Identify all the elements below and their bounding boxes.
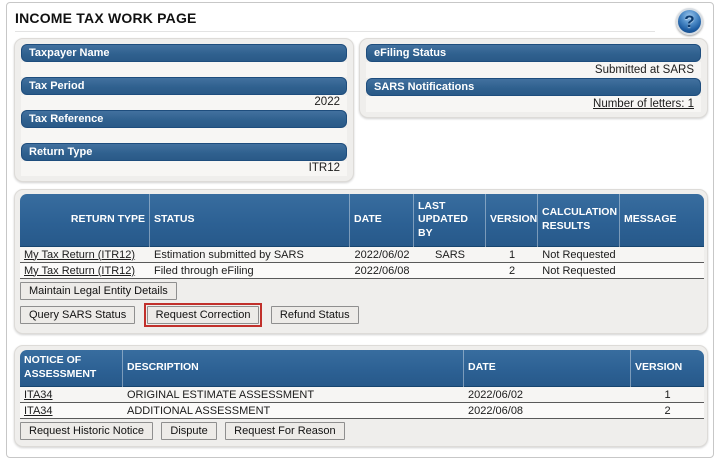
number-of-letters-link[interactable]: Number of letters: 1: [593, 98, 694, 110]
col-calculation-results: CALCULATION RESULTS: [538, 194, 620, 247]
notice-version-cell: 1: [631, 387, 704, 403]
returns-section: RETURN TYPE STATUS DATE LAST UPDATED BY …: [14, 189, 708, 334]
notices-section: NOTICE OF ASSESSMENT DESCRIPTION DATE VE…: [14, 345, 708, 447]
request-historic-notice-button[interactable]: Request Historic Notice: [20, 422, 153, 440]
request-for-reason-button[interactable]: Request For Reason: [225, 422, 345, 440]
table-row: ITA34 ORIGINAL ESTIMATE ASSESSMENT 2022/…: [20, 387, 704, 403]
help-icon[interactable]: ?: [676, 8, 703, 35]
returns-table: RETURN TYPE STATUS DATE LAST UPDATED BY …: [20, 194, 704, 279]
col-version: VERSION: [486, 194, 538, 247]
col-return-type: RETURN TYPE: [20, 194, 150, 247]
taxpayer-name-header: Taxpayer Name: [21, 44, 347, 62]
date-cell: 2022/06/08: [350, 263, 414, 279]
table-row: My Tax Return (ITR12) Filed through eFil…: [20, 263, 704, 279]
status-cell: Estimation submitted by SARS: [150, 247, 350, 263]
last-updated-cell: SARS: [414, 247, 486, 263]
description-cell: ADDITIONAL ASSESSMENT: [123, 403, 464, 419]
efiling-status-panel: eFiling Status Submitted at SARS SARS No…: [359, 38, 708, 118]
dispute-button[interactable]: Dispute: [161, 422, 216, 440]
message-cell: [620, 263, 704, 279]
query-sars-status-button[interactable]: Query SARS Status: [20, 306, 135, 324]
calc-results-cell: Not Requested: [538, 247, 620, 263]
tax-reference-value: [21, 128, 347, 143]
notice-date-cell: 2022/06/02: [464, 387, 631, 403]
efiling-status-value: Submitted at SARS: [366, 62, 701, 78]
table-row: My Tax Return (ITR12) Estimation submitt…: [20, 247, 704, 263]
maintain-legal-entity-details-button[interactable]: Maintain Legal Entity Details: [20, 282, 177, 300]
notices-table: NOTICE OF ASSESSMENT DESCRIPTION DATE VE…: [20, 350, 704, 419]
tax-reference-header: Tax Reference: [21, 110, 347, 128]
refund-status-button[interactable]: Refund Status: [271, 306, 359, 324]
version-cell: 1: [486, 247, 538, 263]
page-title: INCOME TAX WORK PAGE: [15, 10, 655, 32]
ita34-link[interactable]: ITA34: [24, 405, 53, 417]
return-type-value: ITR12: [21, 161, 347, 176]
income-tax-work-page: INCOME TAX WORK PAGE ? Taxpayer Name Tax…: [6, 2, 714, 458]
message-cell: [620, 247, 704, 263]
version-cell: 2: [486, 263, 538, 279]
calc-results-cell: Not Requested: [538, 263, 620, 279]
col-notice-date: DATE: [464, 350, 631, 387]
col-status: STATUS: [150, 194, 350, 247]
taxpayer-info-panel: Taxpayer Name Tax Period 2022 Tax Refere…: [14, 38, 354, 182]
notice-version-cell: 2: [631, 403, 704, 419]
tax-period-header: Tax Period: [21, 77, 347, 95]
col-message: MESSAGE: [620, 194, 704, 247]
my-tax-return-link[interactable]: My Tax Return (ITR12): [24, 265, 135, 277]
description-cell: ORIGINAL ESTIMATE ASSESSMENT: [123, 387, 464, 403]
return-type-header: Return Type: [21, 143, 347, 161]
sars-notifications-header: SARS Notifications: [366, 78, 701, 96]
efiling-status-header: eFiling Status: [366, 44, 701, 62]
request-correction-button[interactable]: Request Correction: [147, 306, 260, 324]
col-notice-of-assessment: NOTICE OF ASSESSMENT: [20, 350, 123, 387]
taxpayer-name-value: [21, 62, 347, 77]
col-date: DATE: [350, 194, 414, 247]
ita34-link[interactable]: ITA34: [24, 389, 53, 401]
request-correction-highlight: Request Correction: [144, 303, 263, 327]
status-cell: Filed through eFiling: [150, 263, 350, 279]
date-cell: 2022/06/02: [350, 247, 414, 263]
my-tax-return-link[interactable]: My Tax Return (ITR12): [24, 249, 135, 261]
last-updated-cell: [414, 263, 486, 279]
col-description: DESCRIPTION: [123, 350, 464, 387]
table-row: ITA34 ADDITIONAL ASSESSMENT 2022/06/08 2: [20, 403, 704, 419]
notice-date-cell: 2022/06/08: [464, 403, 631, 419]
col-notice-version: VERSION: [631, 350, 704, 387]
col-last-updated-by: LAST UPDATED BY: [414, 194, 486, 247]
tax-period-value: 2022: [21, 95, 347, 110]
